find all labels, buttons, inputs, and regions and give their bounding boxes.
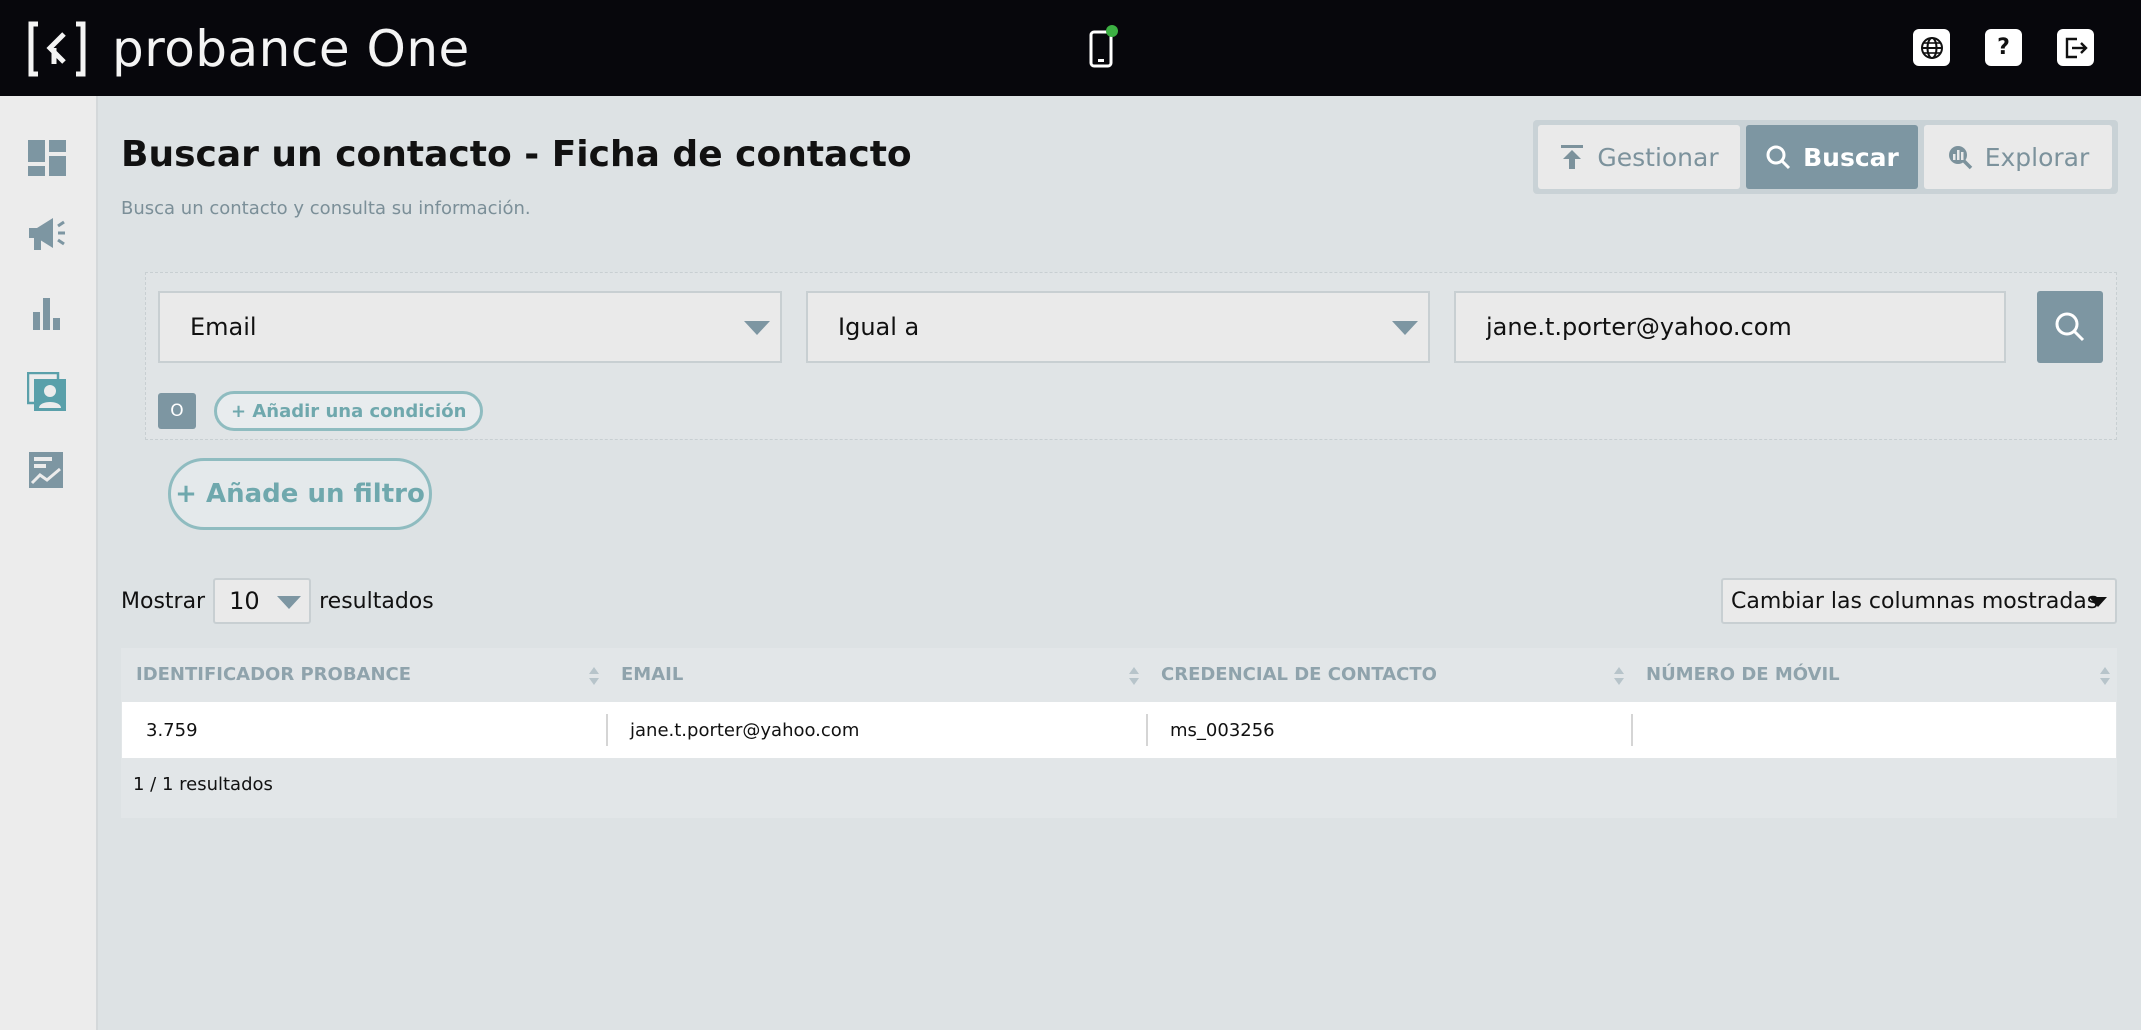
app-logo[interactable]: probance One — [28, 20, 470, 78]
column-header-label: NÚMERO DE MÓVIL — [1646, 663, 1840, 685]
help-label: ? — [1997, 35, 2010, 60]
page-title: Buscar un contacto - Ficha de contacto — [121, 134, 912, 175]
table-cell: jane.t.porter@yahoo.com — [630, 719, 860, 741]
add-filter-label: + Añade un filtro — [175, 479, 425, 509]
chevron-down-icon — [277, 596, 302, 609]
sort-icon — [2100, 667, 2110, 685]
upload-icon — [1561, 145, 1584, 169]
column-header-label: EMAIL — [621, 663, 684, 685]
globe-icon[interactable] — [1913, 29, 1950, 66]
caret-down-icon — [2089, 597, 2107, 607]
search-mode-label: Buscar — [1803, 142, 1899, 172]
main-content: Buscar un contacto - Ficha de contacto B… — [100, 96, 2141, 1030]
table-cell: 3.759 — [146, 719, 198, 741]
column-header-email[interactable]: EMAIL — [606, 648, 1146, 700]
app-title: probance One — [112, 20, 470, 78]
explore-chart-search-icon — [1948, 146, 1972, 170]
mobile-phone-icon[interactable] — [1088, 24, 1118, 68]
column-header-probance-id[interactable]: IDENTIFICADOR PROBANCE — [121, 648, 606, 700]
chevron-down-icon — [1392, 321, 1418, 335]
results-label: resultados — [319, 588, 434, 614]
table-header: IDENTIFICADOR PROBANCE EMAIL CREDENCIAL … — [121, 648, 2117, 700]
add-filter-button[interactable]: + Añade un filtro — [168, 458, 432, 530]
mode-switcher: Gestionar Buscar Explorar — [1533, 120, 2118, 194]
run-search-button[interactable] — [2037, 291, 2103, 363]
table-row[interactable]: 3.759 jane.t.porter@yahoo.com ms_003256 — [122, 702, 2116, 758]
contacts-icon[interactable] — [27, 372, 67, 412]
add-condition-button[interactable]: + Añadir una condición — [214, 391, 484, 431]
page-size-value: 10 — [229, 587, 260, 615]
search-icon — [2055, 312, 2085, 342]
page-size-control: Mostrar 10 resultados — [121, 578, 434, 624]
logout-icon[interactable] — [2057, 29, 2094, 66]
results-count: 1 / 1 resultados — [133, 774, 273, 795]
sidebar — [0, 96, 98, 1030]
table-cell: ms_003256 — [1170, 719, 1275, 741]
chevron-down-icon — [744, 321, 770, 335]
condition-field-value: Email — [190, 313, 257, 341]
sort-icon — [1614, 667, 1624, 685]
bar-chart-icon[interactable] — [27, 292, 67, 332]
dashboard-icon[interactable] — [27, 138, 67, 178]
condition-operator-value: Igual a — [838, 313, 920, 341]
show-label: Mostrar — [121, 588, 206, 614]
sort-icon — [589, 667, 599, 685]
table-cell — [1631, 702, 2116, 758]
results-table: IDENTIFICADOR PROBANCE EMAIL CREDENCIAL … — [121, 648, 2117, 818]
top-bar: probance One ? — [0, 0, 2141, 96]
column-header-label: IDENTIFICADOR PROBANCE — [136, 663, 412, 685]
manage-mode-button[interactable]: Gestionar — [1538, 125, 1740, 189]
filter-condition-group: Email Igual a O + Añadir una condición — [145, 272, 2117, 440]
help-icon[interactable]: ? — [1985, 29, 2022, 66]
sort-icon — [1129, 667, 1139, 685]
page-size-select[interactable]: 10 — [213, 578, 312, 624]
report-icon[interactable] — [27, 450, 67, 490]
search-mode-button[interactable]: Buscar — [1746, 125, 1918, 189]
search-icon — [1766, 145, 1791, 170]
probance-logo-icon — [28, 21, 86, 77]
manage-mode-label: Gestionar — [1597, 142, 1719, 172]
megaphone-icon[interactable] — [27, 214, 67, 254]
or-operator-label: O — [170, 401, 184, 421]
add-condition-label: + Añadir una condición — [231, 400, 467, 422]
explore-mode-button[interactable]: Explorar — [1924, 125, 2112, 189]
page-subtitle: Busca un contacto y consulta su informac… — [121, 198, 531, 219]
columns-toggle-dropdown[interactable]: Cambiar las columnas mostradas — [1721, 578, 2117, 624]
column-header-contact-credential[interactable]: CREDENCIAL DE CONTACTO — [1146, 648, 1631, 700]
or-operator-badge[interactable]: O — [158, 393, 196, 429]
condition-operator-select[interactable]: Igual a — [806, 291, 1430, 363]
explore-mode-label: Explorar — [1984, 142, 2090, 172]
column-header-mobile-number[interactable]: NÚMERO DE MÓVIL — [1631, 648, 2117, 700]
columns-toggle-label: Cambiar las columnas mostradas — [1731, 588, 2099, 614]
condition-field-select[interactable]: Email — [158, 291, 782, 363]
condition-value-input[interactable] — [1454, 291, 2006, 363]
column-header-label: CREDENCIAL DE CONTACTO — [1161, 663, 1437, 685]
